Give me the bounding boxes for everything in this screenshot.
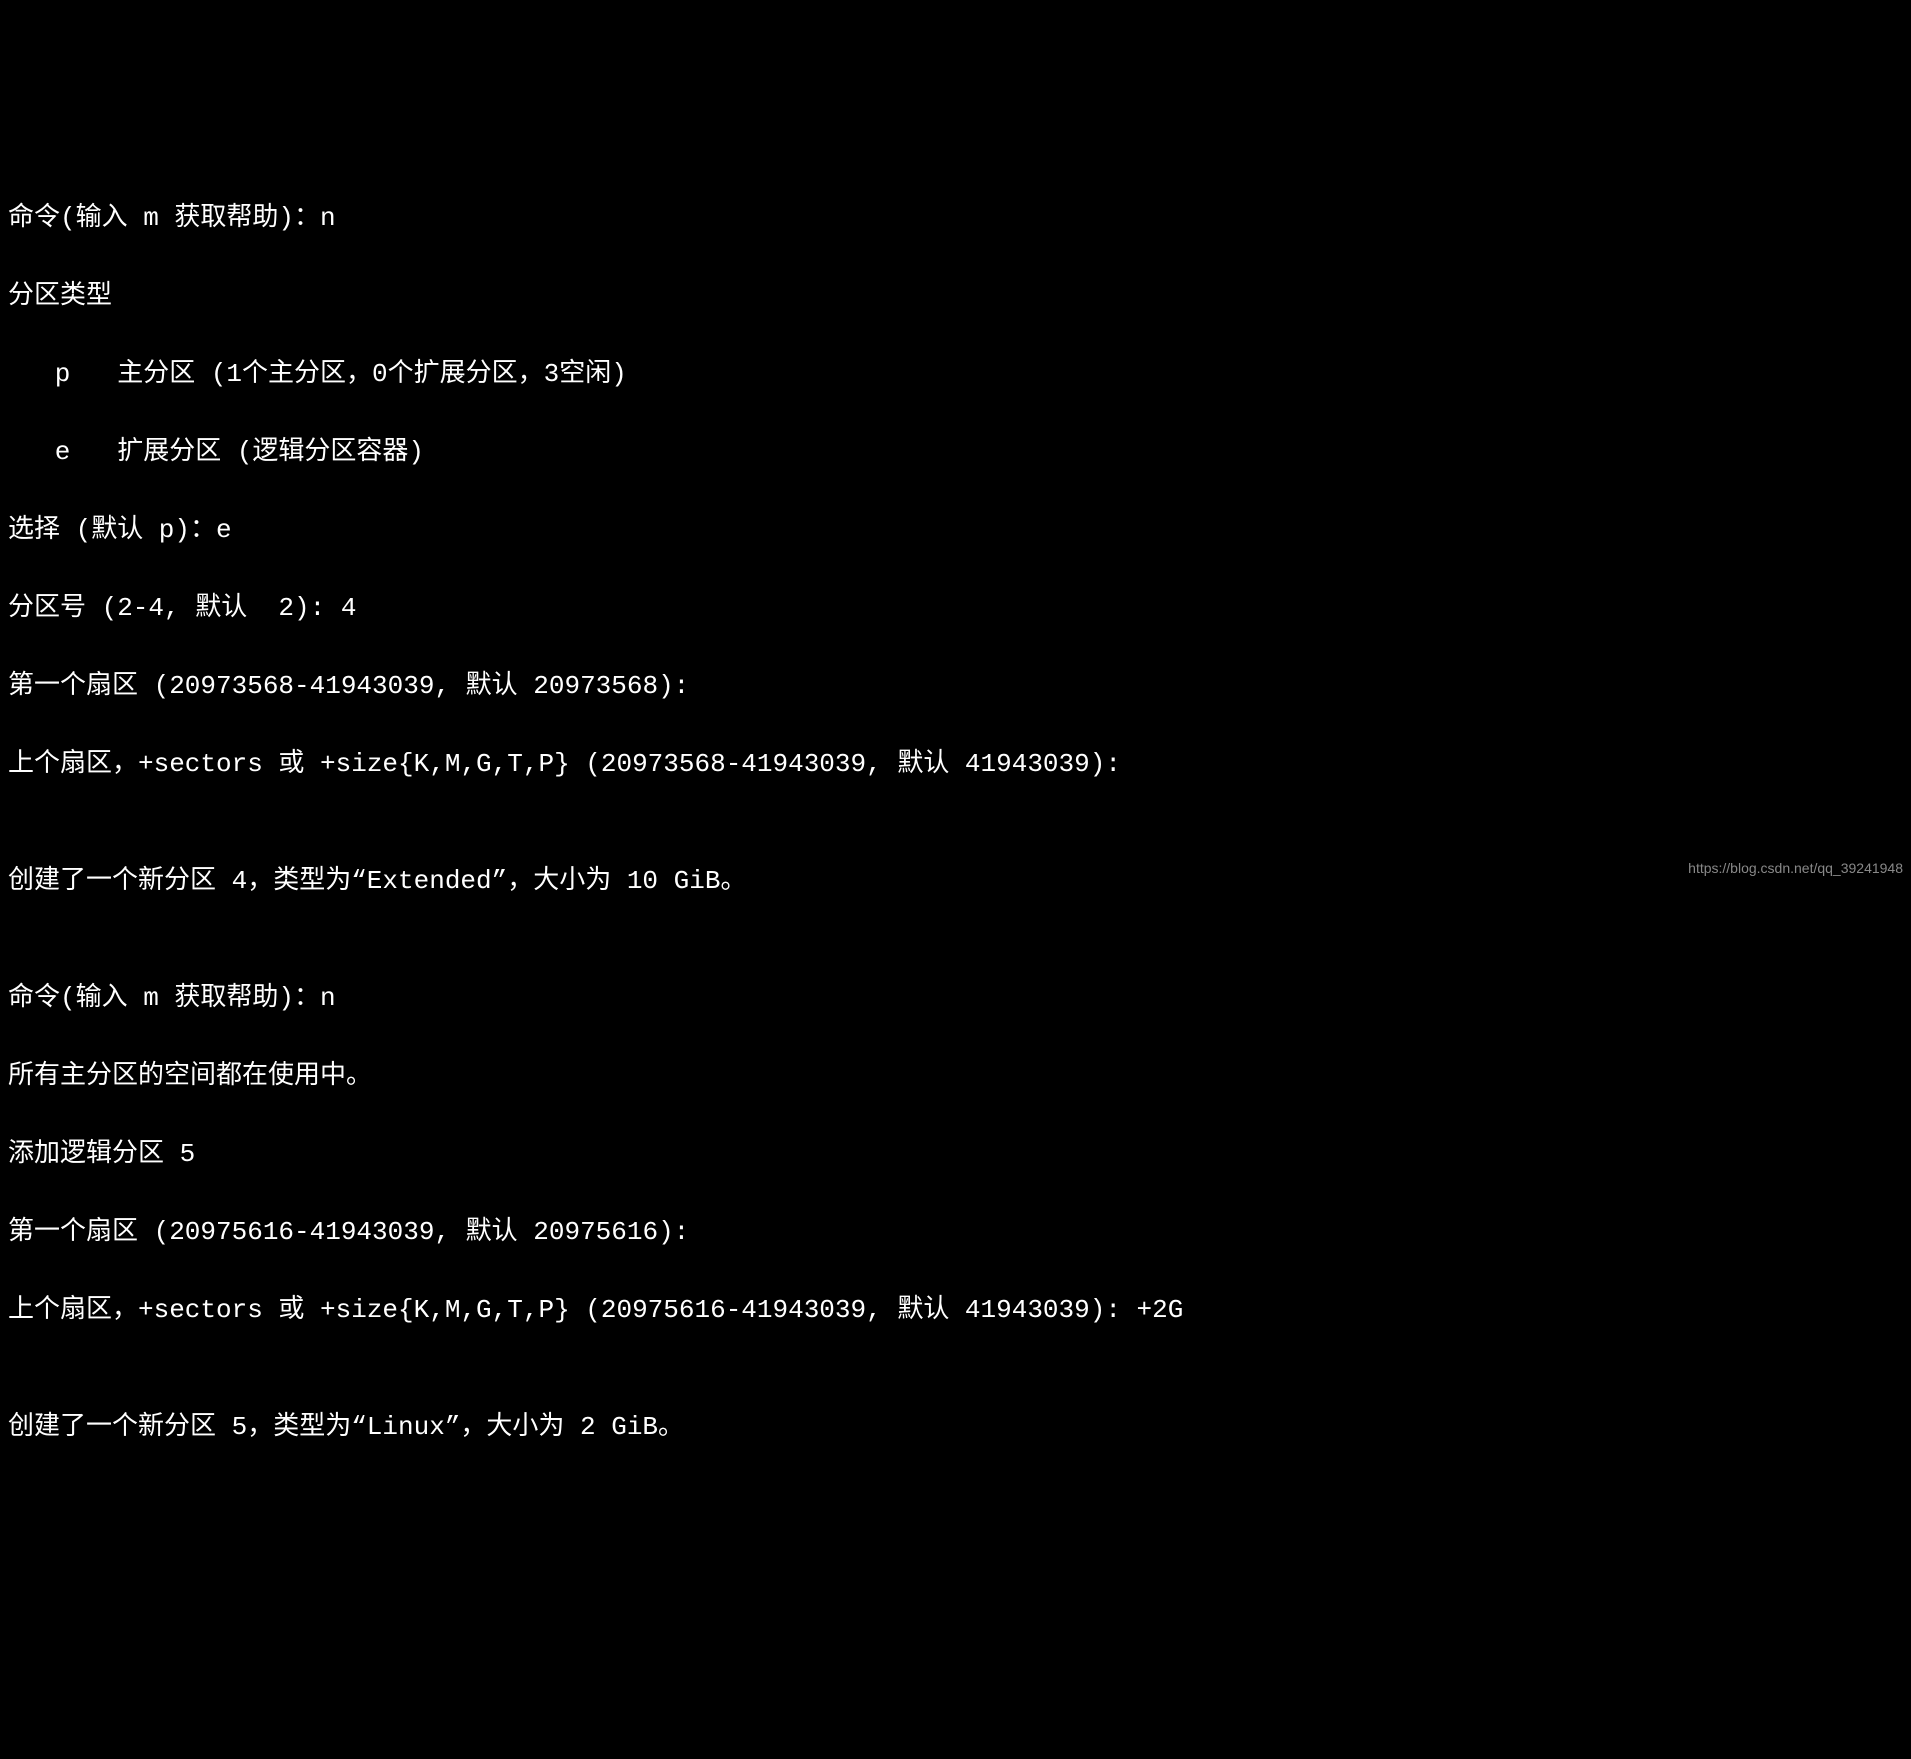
terminal-line: 第一个扇区 (20973568-41943039, 默认 20973568): [8,667,1903,706]
terminal-line: 上个扇区，+sectors 或 +size{K,M,G,T,P} (209735… [8,745,1903,784]
terminal-line: 命令(输入 m 获取帮助)：n [8,979,1903,1018]
terminal-line: e 扩展分区 (逻辑分区容器) [8,433,1903,472]
terminal-line: 创建了一个新分区 5，类型为“Linux”，大小为 2 GiB。 [8,1408,1903,1447]
terminal-line: 所有主分区的空间都在使用中。 [8,1057,1903,1096]
terminal-line: 上个扇区，+sectors 或 +size{K,M,G,T,P} (209756… [8,1291,1903,1330]
terminal-line: 分区号 (2-4, 默认 2): 4 [8,589,1903,628]
terminal-output: 命令(输入 m 获取帮助)：n 分区类型 p 主分区 (1个主分区，0个扩展分区… [8,160,1903,1486]
terminal-line: 分区类型 [8,277,1903,316]
terminal-line: 创建了一个新分区 4，类型为“Extended”，大小为 10 GiB。 [8,862,1903,901]
watermark-text: https://blog.csdn.net/qq_39241948 [1688,858,1903,879]
terminal-line: 添加逻辑分区 5 [8,1135,1903,1174]
terminal-line: p 主分区 (1个主分区，0个扩展分区，3空闲) [8,355,1903,394]
terminal-line: 第一个扇区 (20975616-41943039, 默认 20975616): [8,1213,1903,1252]
terminal-line: 选择 (默认 p)：e [8,511,1903,550]
terminal-line: 命令(输入 m 获取帮助)：n [8,199,1903,238]
